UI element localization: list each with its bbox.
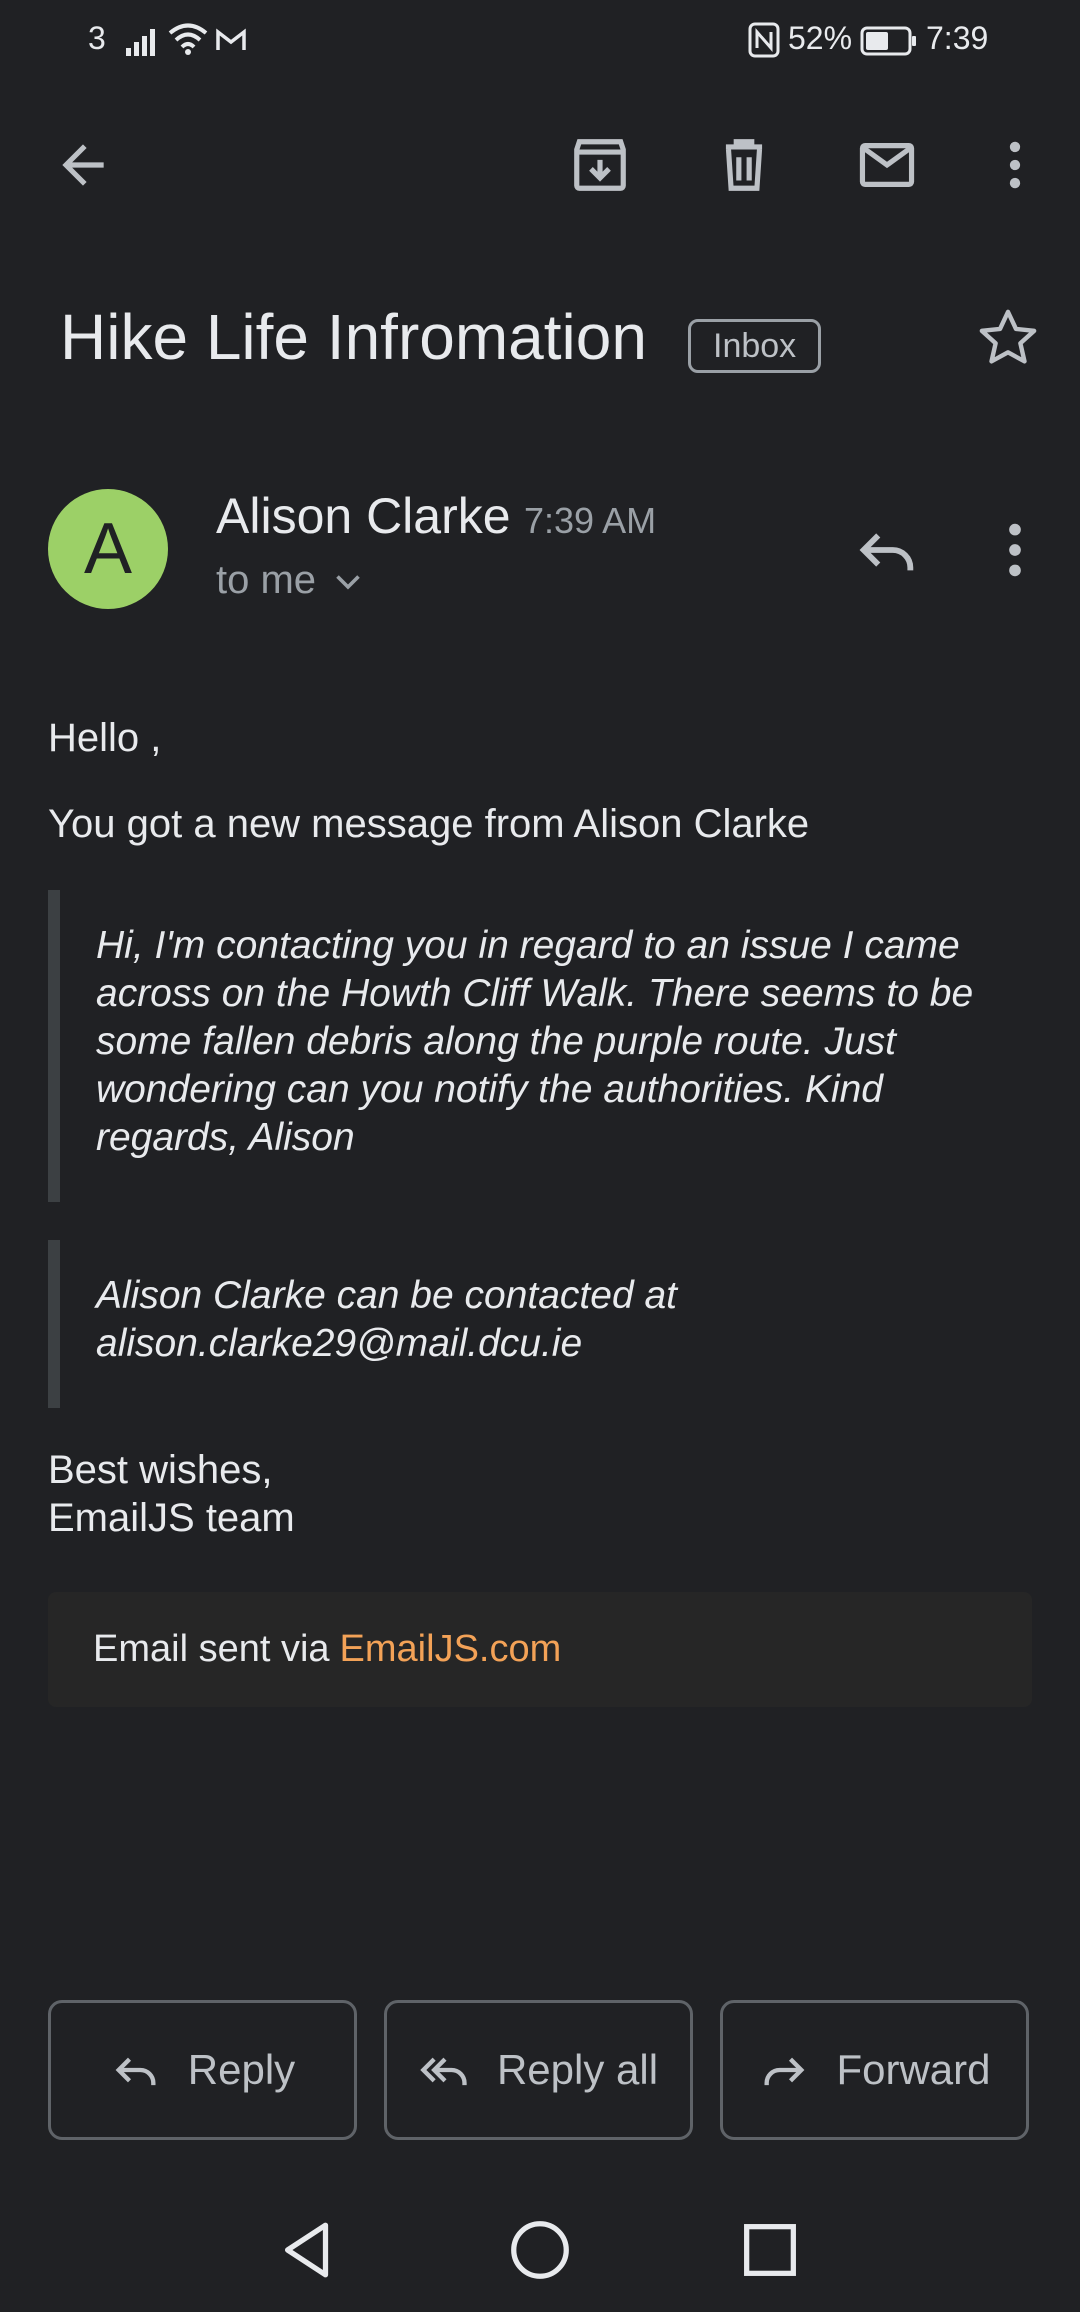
nav-home-button[interactable]: [505, 2215, 575, 2285]
closing-signature: Best wishes, EmailJS team: [48, 1446, 295, 1542]
greeting-text: Hello ,: [48, 716, 162, 760]
avatar[interactable]: A: [48, 489, 168, 609]
archive-icon: [574, 139, 626, 191]
delete-button[interactable]: [709, 130, 779, 200]
reply-icon: [115, 2057, 156, 2086]
arrow-left-icon: [62, 144, 104, 186]
contact-text: Alison Clarke can be contacted at: [96, 1274, 678, 1317]
message-blockquote: Hi, I'm contacting you in regard to an i…: [48, 890, 998, 1202]
nfc-icon: [748, 22, 780, 58]
reply-button[interactable]: Reply: [48, 2000, 357, 2140]
recipient-label: to me: [216, 558, 317, 602]
archive-button[interactable]: [565, 130, 635, 200]
sent-time: 7:39 AM: [524, 500, 657, 541]
reply-label: Reply: [187, 2046, 296, 2093]
forward-icon: [764, 2057, 805, 2086]
triangle-back-icon: [284, 2222, 329, 2278]
email-footer: Email sent via EmailJS.com: [48, 1592, 1032, 1707]
reply-icon: [859, 533, 914, 571]
closing-line-1: Best wishes,: [48, 1448, 273, 1492]
status-bar: 3 52% 7:39: [0, 0, 1080, 80]
contact-blockquote: Alison Clarke can be contacted at alison…: [48, 1240, 998, 1408]
reply-all-icon: [420, 2057, 467, 2086]
nav-recents-button[interactable]: [735, 2215, 805, 2285]
intro-text: You got a new message from Alison Clarke: [48, 802, 810, 846]
closing-line-2: EmailJS team: [48, 1496, 295, 1540]
gmail-notification-icon: [216, 28, 246, 50]
reply-all-label: Reply all: [496, 2046, 659, 2093]
chevron-down-icon: [336, 574, 360, 590]
quick-reply-button[interactable]: [852, 515, 922, 585]
circle-home-icon: [511, 2221, 569, 2279]
carrier-label: 3: [88, 20, 106, 56]
sender-name: Alison Clarke: [216, 488, 511, 544]
email-subject: Hike Life Infromation: [60, 301, 647, 373]
recipient-details-toggle[interactable]: to me: [216, 558, 366, 603]
star-button[interactable]: [975, 305, 1041, 371]
contact-email-link[interactable]: alison.clarke29@mail.dcu.ie: [96, 1320, 998, 1368]
clock: 7:39: [926, 20, 989, 56]
mail-icon: [859, 143, 915, 187]
footer-link[interactable]: EmailJS.com: [340, 1628, 562, 1671]
reply-all-button[interactable]: Reply all: [384, 2000, 693, 2140]
wifi-icon: [168, 23, 208, 55]
square-recents-icon: [744, 2224, 796, 2276]
more-vert-icon: [1009, 141, 1021, 189]
star-icon: [979, 309, 1037, 364]
trash-icon: [725, 139, 763, 191]
mark-unread-button[interactable]: [852, 130, 922, 200]
signal-icon: [126, 29, 155, 56]
inbox-label-badge[interactable]: Inbox: [688, 319, 822, 373]
message-more-button[interactable]: [980, 515, 1050, 585]
battery-percent: 52%: [788, 20, 853, 56]
nav-back-button[interactable]: [273, 2215, 343, 2285]
footer-text: Email sent via: [93, 1628, 330, 1670]
battery-icon: [860, 26, 916, 56]
forward-label: Forward: [836, 2046, 991, 2093]
more-vert-icon: [1009, 523, 1021, 577]
message-text: Hi, I'm contacting you in regard to an i…: [96, 924, 974, 1159]
back-button[interactable]: [48, 130, 118, 200]
forward-button[interactable]: Forward: [720, 2000, 1029, 2140]
more-options-button[interactable]: [980, 130, 1050, 200]
